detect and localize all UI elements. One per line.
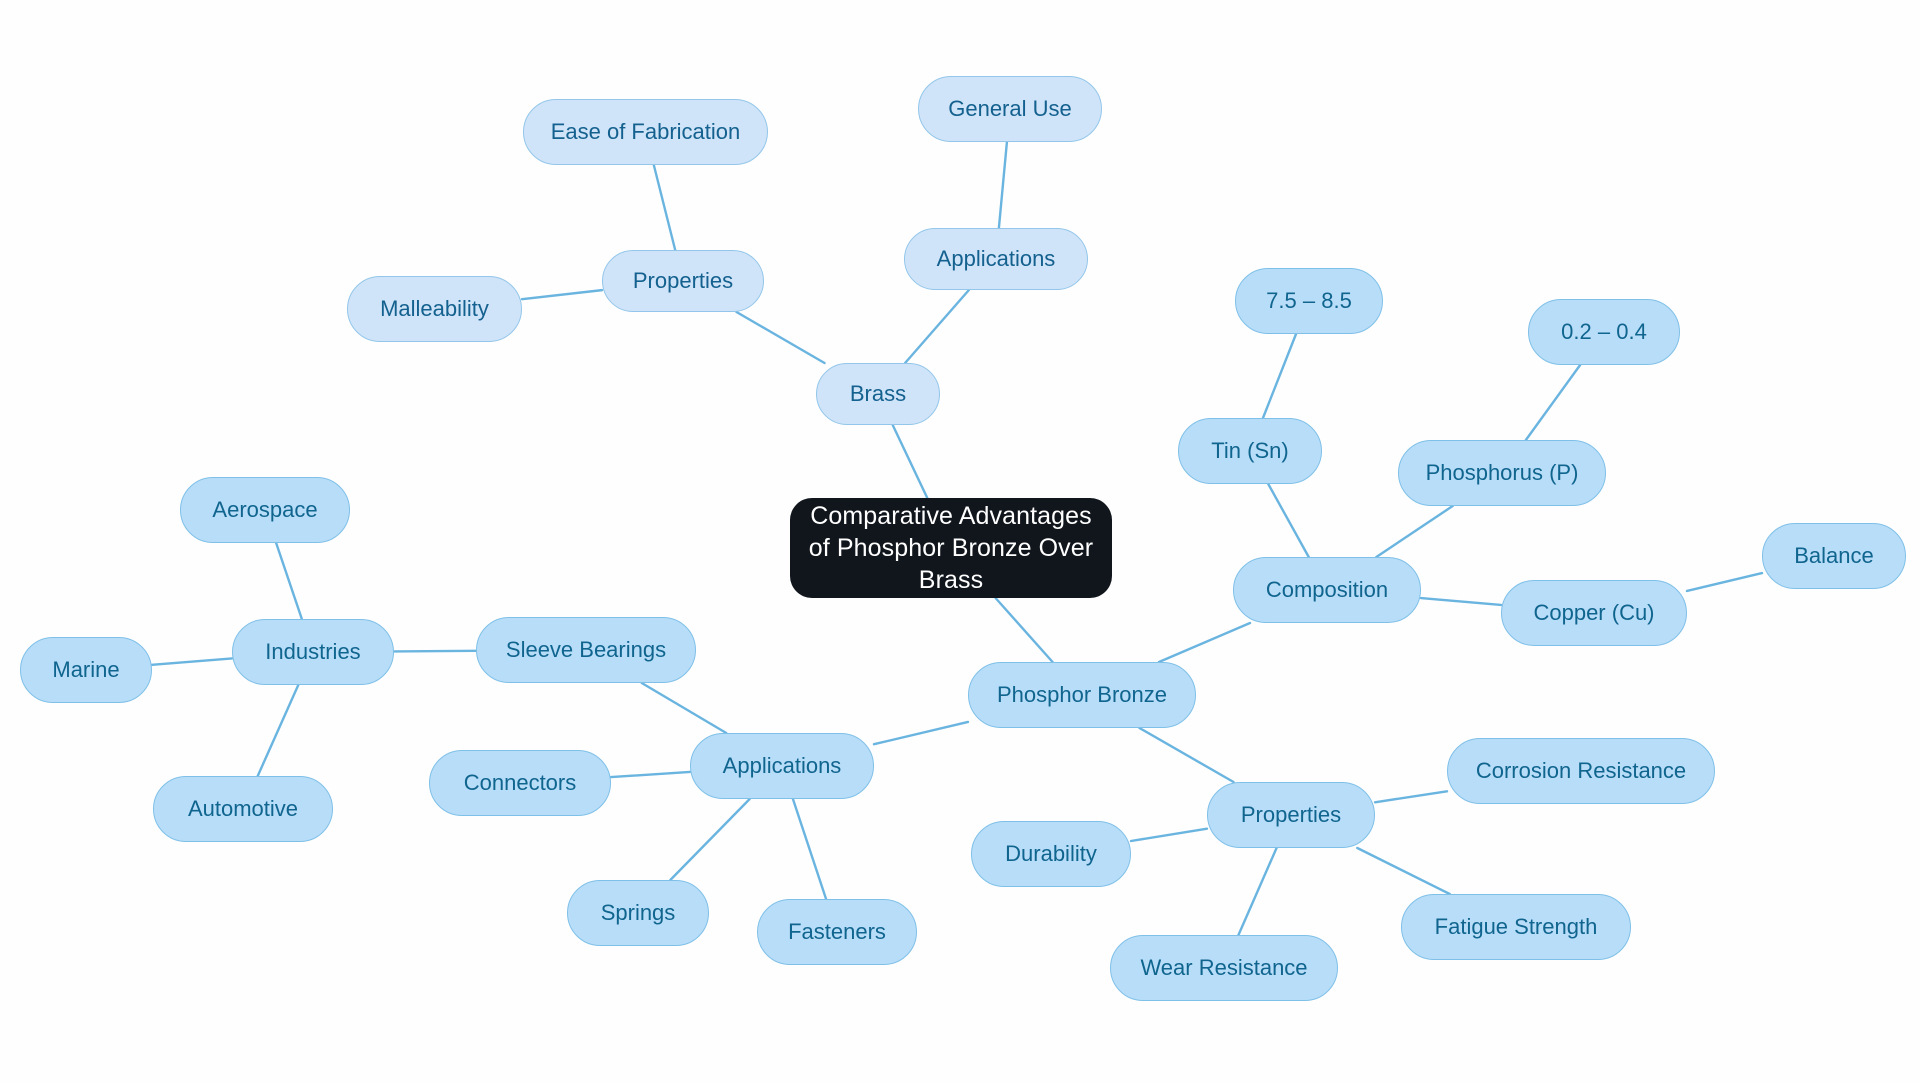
node-label: Industries (265, 639, 361, 664)
mindmap-node-aerospace[interactable]: Aerospace (180, 477, 350, 543)
node-label: 7.5 – 8.5 (1266, 288, 1352, 313)
edge-composition-to-copper (1419, 596, 1503, 607)
node-label: Corrosion Resistance (1475, 758, 1687, 783)
edge-industries-to-marine (150, 657, 234, 666)
edge-bronze_properties-to-wear_resistance (1237, 846, 1278, 937)
mindmap-node-wear-resistance[interactable]: Wear Resistance (1110, 935, 1338, 1001)
edge-phosphor_bronze-to-bronze_properties (1138, 726, 1235, 784)
node-label: Comparative Advantages of Phosphor Bronz… (808, 502, 1094, 594)
mindmap-node-sleeve-bearings[interactable]: Sleeve Bearings (476, 617, 696, 683)
node-label: Wear Resistance (1140, 955, 1308, 980)
edge-bronze_applications-to-sleeve_bearings (640, 681, 728, 735)
edge-brass-to-brass_applications (903, 288, 971, 365)
edge-bronze_properties-to-corrosion_resistance (1373, 790, 1449, 804)
mindmap-node-composition[interactable]: Composition (1233, 557, 1421, 623)
edge-brass_applications-to-brass_general_use (997, 140, 1009, 230)
mindmap-node-industries[interactable]: Industries (232, 619, 394, 685)
mindmap-node-marine[interactable]: Marine (20, 637, 152, 703)
edge-industries-to-aerospace (274, 541, 304, 621)
mindmap-node-root[interactable]: Comparative Advantages of Phosphor Bronz… (790, 498, 1112, 598)
mindmap-node-copper-value[interactable]: Balance (1762, 523, 1906, 589)
edge-sleeve_bearings-to-industries (392, 649, 478, 653)
mindmap-node-automotive[interactable]: Automotive (153, 776, 333, 842)
edge-root-to-brass (891, 423, 929, 500)
node-label: Properties (1240, 802, 1342, 827)
edge-brass_properties-to-brass_ease_of_fabrication (652, 163, 677, 252)
mindmap-node-brass-properties[interactable]: Properties (602, 250, 764, 312)
edge-bronze_applications-to-connectors (609, 770, 692, 779)
mindmap-node-tin[interactable]: Tin (Sn) (1178, 418, 1322, 484)
edge-brass-to-brass_properties (735, 310, 826, 365)
node-label: Composition (1265, 577, 1389, 602)
mindmap-node-fatigue-strength[interactable]: Fatigue Strength (1401, 894, 1631, 960)
node-label: Marine (52, 657, 120, 682)
node-label: Durability (1005, 841, 1097, 866)
node-label: Ease of Fabrication (550, 119, 741, 144)
node-label: Malleability (380, 296, 489, 321)
edge-phosphor_bronze-to-composition (1157, 621, 1252, 664)
node-label: Brass (849, 381, 907, 406)
node-label: 0.2 – 0.4 (1561, 319, 1647, 344)
node-label: Applications (722, 753, 842, 778)
node-label: General Use (948, 96, 1072, 121)
mindmap-node-connectors[interactable]: Connectors (429, 750, 611, 816)
mindmap-node-corrosion-resistance[interactable]: Corrosion Resistance (1447, 738, 1715, 804)
mindmap-node-bronze-applications[interactable]: Applications (690, 733, 874, 799)
node-label: Aerospace (212, 497, 318, 522)
mindmap-node-bronze-properties[interactable]: Properties (1207, 782, 1375, 848)
node-label: Phosphorus (P) (1425, 460, 1579, 485)
mindmap-node-copper[interactable]: Copper (Cu) (1501, 580, 1687, 646)
mindmap-node-fasteners[interactable]: Fasteners (757, 899, 917, 965)
mindmap-node-springs[interactable]: Springs (567, 880, 709, 946)
mindmap-node-brass-malleability[interactable]: Malleability (347, 276, 522, 342)
edge-composition-to-tin (1267, 482, 1310, 559)
mindmap-node-brass-applications[interactable]: Applications (904, 228, 1088, 290)
mindmap-node-phosphor-bronze[interactable]: Phosphor Bronze (968, 662, 1196, 728)
edge-bronze_applications-to-fasteners (791, 797, 828, 901)
mindmap-node-brass-ease-of-fabrication[interactable]: Ease of Fabrication (523, 99, 768, 165)
edge-root-to-phosphor_bronze (994, 596, 1054, 664)
node-label: Properties (632, 268, 734, 293)
node-label: Fatigue Strength (1434, 914, 1598, 939)
node-label: Springs (600, 900, 676, 925)
node-label: Copper (Cu) (1533, 600, 1655, 625)
edge-copper-to-copper_value (1685, 571, 1764, 593)
mindmap-node-brass-general-use[interactable]: General Use (918, 76, 1102, 142)
edge-bronze_properties-to-fatigue_strength (1356, 846, 1451, 896)
node-label: Fasteners (788, 919, 886, 944)
edge-industries-to-automotive (256, 683, 300, 778)
edge-phosphorus-to-phosphorus_value (1524, 363, 1582, 442)
edge-bronze_properties-to-durability (1129, 827, 1209, 843)
node-label: Applications (936, 246, 1056, 271)
mindmap-node-phosphorus-value[interactable]: 0.2 – 0.4 (1528, 299, 1680, 365)
node-label: Sleeve Bearings (505, 637, 667, 662)
node-label: Automotive (187, 796, 299, 821)
edge-phosphor_bronze-to-bronze_applications (872, 720, 970, 746)
mindmap-node-brass[interactable]: Brass (816, 363, 940, 425)
edge-tin-to-tin_value (1261, 332, 1298, 420)
edge-composition-to-phosphorus (1375, 504, 1454, 559)
mindmap-node-tin-value[interactable]: 7.5 – 8.5 (1235, 268, 1383, 334)
edge-brass_properties-to-brass_malleability (520, 288, 604, 301)
node-label: Tin (Sn) (1211, 438, 1289, 463)
mindmap-canvas: Comparative Advantages of Phosphor Bronz… (0, 0, 1920, 1083)
node-label: Phosphor Bronze (997, 682, 1167, 707)
edge-bronze_applications-to-springs (669, 797, 751, 882)
node-label: Connectors (463, 770, 577, 795)
mindmap-node-phosphorus[interactable]: Phosphorus (P) (1398, 440, 1606, 506)
node-label: Balance (1794, 543, 1874, 568)
mindmap-node-durability[interactable]: Durability (971, 821, 1131, 887)
